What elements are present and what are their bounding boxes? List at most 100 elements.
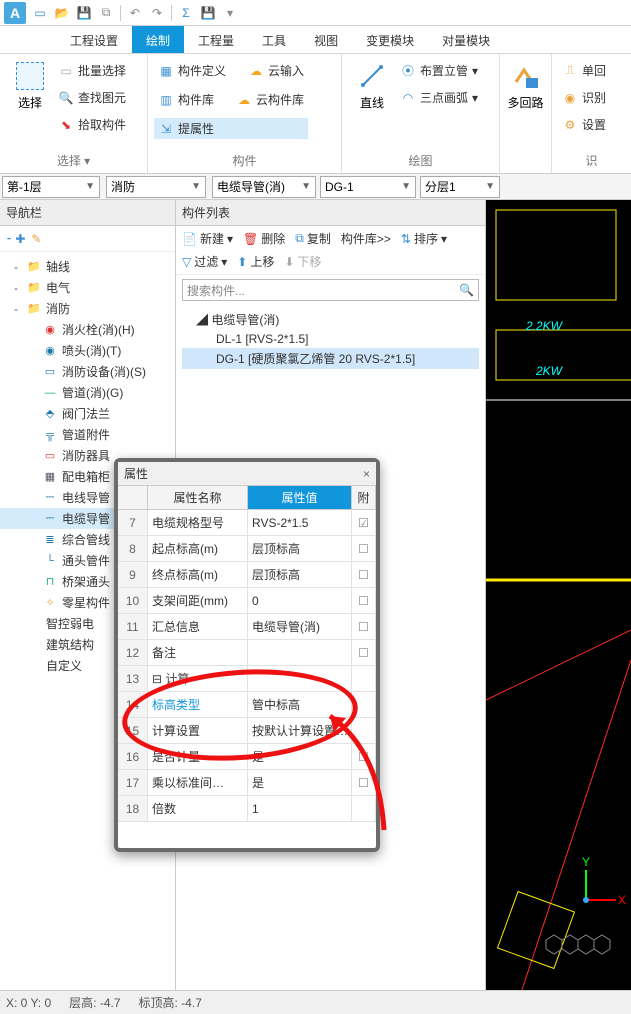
property-row[interactable]: 18倍数1 bbox=[118, 796, 376, 822]
component-lib-button[interactable]: ▥构件库 bbox=[154, 89, 218, 110]
property-row[interactable]: 16是否计量是☐ bbox=[118, 744, 376, 770]
undo-icon[interactable]: ↶ bbox=[127, 5, 143, 21]
recognize-button[interactable]: ◉识别 bbox=[558, 87, 610, 108]
property-row[interactable]: 12备注☐ bbox=[118, 640, 376, 666]
canvas-label-kw2: 2KW bbox=[535, 364, 564, 378]
batch-select-icon: ▭ bbox=[58, 63, 74, 79]
moveup-button[interactable]: ⬆上移 bbox=[237, 253, 274, 270]
componenttree-item[interactable]: DL-1 [RVS-2*1.5] bbox=[182, 330, 479, 348]
multi-loop-button[interactable]: 多回路 bbox=[506, 58, 545, 167]
property-row[interactable]: 14标高类型管中标高 bbox=[118, 692, 376, 718]
nav-tool-collapse-icon[interactable]: ⁃ ✚ bbox=[6, 232, 25, 246]
combo-category[interactable]: 消防▼ bbox=[106, 176, 206, 198]
app-logo: A bbox=[4, 2, 26, 24]
property-row[interactable]: 7电缆规格型号RVS-2*1.5☑ bbox=[118, 510, 376, 536]
select-big-button[interactable]: 选择 bbox=[6, 58, 54, 150]
settings-button[interactable]: ⚙设置 bbox=[558, 114, 610, 135]
vpipe-icon: ⦿ bbox=[400, 63, 416, 79]
select-label: 选择 bbox=[18, 94, 42, 111]
tab-tools[interactable]: 工具 bbox=[248, 26, 300, 53]
cloud-input-button[interactable]: ☁云输入 bbox=[244, 60, 308, 81]
combo-item[interactable]: DG-1▼ bbox=[320, 176, 416, 198]
line-icon bbox=[359, 63, 385, 89]
property-row[interactable]: 15计算设置按默认计算设置… bbox=[118, 718, 376, 744]
multi-loop-icon bbox=[512, 62, 540, 90]
svg-text:Y: Y bbox=[582, 855, 590, 869]
col-ext[interactable]: 附 bbox=[352, 486, 376, 509]
nav-tree-row[interactable]: -📁消防 bbox=[0, 298, 175, 319]
single-loop-button[interactable]: ⎍单回 bbox=[558, 60, 610, 81]
batch-select-button[interactable]: ▭批量选择 bbox=[54, 60, 130, 81]
nav-tree-row[interactable]: -📁轴线 bbox=[0, 256, 175, 277]
filter-button[interactable]: ▽过滤 ▾ bbox=[182, 253, 227, 270]
property-row[interactable]: 8起点标高(m)层顶标高☐ bbox=[118, 536, 376, 562]
new-button[interactable]: 📄新建 ▾ bbox=[182, 230, 233, 247]
search-input[interactable]: 搜索构件... 🔍 bbox=[182, 279, 479, 301]
nav-tree-row[interactable]: ╦管道附件 bbox=[0, 424, 175, 445]
combo-floor[interactable]: 第-1层▼ bbox=[2, 176, 100, 198]
combo-layer[interactable]: 分层1▼ bbox=[420, 176, 500, 198]
close-icon[interactable]: × bbox=[363, 467, 370, 481]
line-button[interactable]: 直线 bbox=[348, 58, 396, 150]
nav-tree-row[interactable]: -📁电气 bbox=[0, 277, 175, 298]
save-icon[interactable]: 💾 bbox=[76, 5, 92, 21]
group-title-rec: 识 bbox=[558, 150, 625, 171]
extract-icon: ⇲ bbox=[158, 121, 174, 137]
find-element-button[interactable]: 🔍查找图元 bbox=[54, 87, 130, 108]
open-icon[interactable]: 📂 bbox=[54, 5, 70, 21]
combo-row: 第-1层▼ 消防▼ 电缆导管(消)▼ DG-1▼ 分层1▼ bbox=[0, 174, 631, 200]
saveall-icon[interactable]: ⧉ bbox=[98, 5, 114, 21]
col-name[interactable]: 属性名称 bbox=[148, 486, 248, 509]
disk-icon[interactable]: 💾 bbox=[200, 5, 216, 21]
property-row[interactable]: 13⊟ 计算 bbox=[118, 666, 376, 692]
group-title-draw: 绘图 bbox=[348, 150, 493, 171]
combo-type[interactable]: 电缆导管(消)▼ bbox=[212, 176, 316, 198]
sum-icon[interactable]: Σ bbox=[178, 5, 194, 21]
group-title-select: 选择 ▾ bbox=[6, 150, 141, 171]
copy-button[interactable]: ⧉复制 bbox=[295, 230, 331, 247]
nav-tree-row[interactable]: ⬘阀门法兰 bbox=[0, 403, 175, 424]
nav-title: 导航栏 bbox=[0, 200, 175, 226]
tab-draw[interactable]: 绘制 bbox=[132, 26, 184, 53]
componenttree-root[interactable]: ◢ 电缆导管(消) bbox=[182, 309, 479, 330]
nav-tree-row[interactable]: ◉喷头(消)(T) bbox=[0, 340, 175, 361]
vertical-pipe-button[interactable]: ⦿布置立管 ▾ bbox=[396, 60, 482, 81]
extract-property-button[interactable]: ⇲提属性 bbox=[154, 118, 308, 139]
group-title-multi bbox=[506, 167, 545, 171]
liblink-button[interactable]: 构件库>> bbox=[341, 230, 391, 247]
tab-project[interactable]: 工程设置 bbox=[56, 26, 132, 53]
sort-button[interactable]: ⇅排序 ▾ bbox=[401, 230, 447, 247]
movedown-button[interactable]: ⬇下移 bbox=[284, 253, 321, 270]
status-h2: 标顶高: -4.7 bbox=[139, 994, 202, 1011]
property-row[interactable]: 9终点标高(m)层顶标高☐ bbox=[118, 562, 376, 588]
hexgrid bbox=[546, 935, 610, 954]
pick-component-button[interactable]: ⬊拾取构件 bbox=[54, 114, 130, 135]
redo-icon[interactable]: ↷ bbox=[149, 5, 165, 21]
nav-tree-row[interactable]: ◉消火栓(消)(H) bbox=[0, 319, 175, 340]
tab-view[interactable]: 视图 bbox=[300, 26, 352, 53]
nav-tree-row[interactable]: —管道(消)(G) bbox=[0, 382, 175, 403]
componenttree-item[interactable]: DG-1 [硬质聚氯乙烯管 20 RVS-2*1.5] bbox=[182, 348, 479, 369]
property-row[interactable]: 17乘以标准间…是☐ bbox=[118, 770, 376, 796]
tab-quantity[interactable]: 工程量 bbox=[184, 26, 248, 53]
nav-tool-edit-icon[interactable]: ✎ bbox=[31, 232, 41, 246]
select-icon bbox=[16, 62, 44, 90]
search-icon: 🔍 bbox=[459, 283, 474, 297]
nav-tree-row[interactable]: ▭消防设备(消)(S) bbox=[0, 361, 175, 382]
define-component-button[interactable]: ▦构件定义 bbox=[154, 60, 230, 81]
property-row[interactable]: 11汇总信息电缆导管(消)☐ bbox=[118, 614, 376, 640]
property-header: 属性名称 属性值 附 bbox=[118, 486, 376, 510]
col-value[interactable]: 属性值 bbox=[248, 486, 352, 509]
drawing-canvas[interactable]: 2.2KW 2KW Y X bbox=[486, 200, 631, 1008]
filter-icon: ▽ bbox=[182, 255, 191, 269]
property-row[interactable]: 10支架间距(mm)0☐ bbox=[118, 588, 376, 614]
tab-change[interactable]: 变更模块 bbox=[352, 26, 428, 53]
cloud-lib-button[interactable]: ☁云构件库 bbox=[232, 89, 308, 110]
arc3pt-button[interactable]: ◠三点画弧 ▾ bbox=[396, 87, 482, 108]
status-bar: X: 0 Y: 0 层高: -4.7 标顶高: -4.7 bbox=[0, 990, 631, 1014]
delete-button[interactable]: 🗑删除 bbox=[243, 230, 285, 247]
qat-more-icon[interactable]: ▾ bbox=[222, 5, 238, 21]
pick-icon: ⬊ bbox=[58, 117, 74, 133]
tab-compare[interactable]: 对量模块 bbox=[428, 26, 504, 53]
new-icon[interactable]: ▭ bbox=[32, 5, 48, 21]
